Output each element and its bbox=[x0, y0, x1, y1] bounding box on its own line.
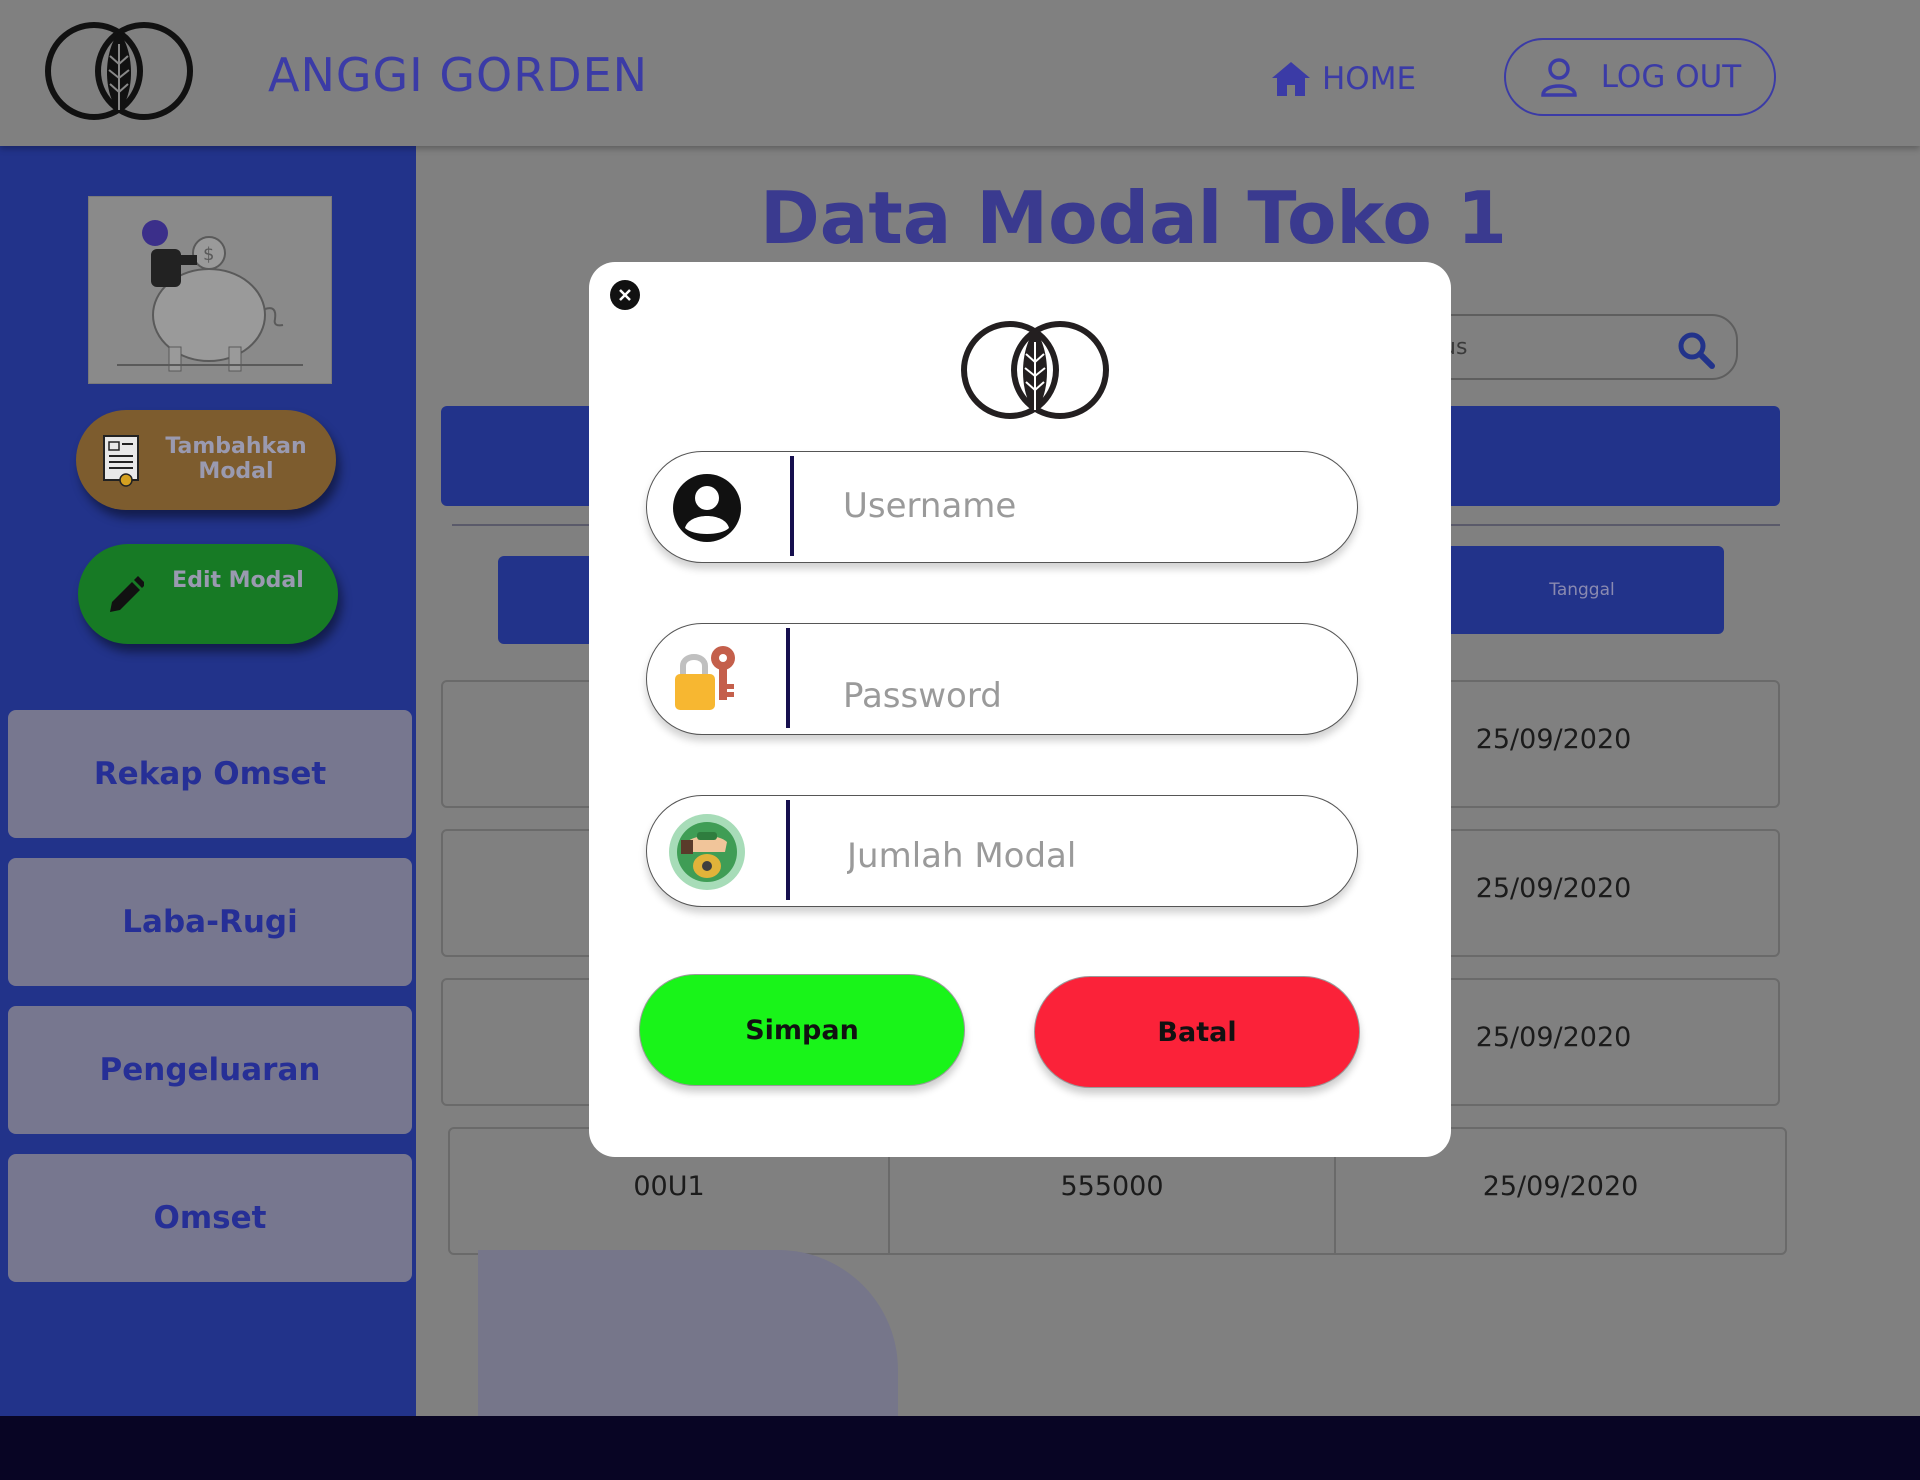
edit-modal-label: Edit Modal bbox=[172, 568, 304, 593]
nav-rekap-omset[interactable]: Rekap Omset bbox=[8, 710, 412, 838]
brand-logo-icon bbox=[961, 321, 1109, 419]
field-separator bbox=[786, 628, 790, 728]
jumlah-modal-input[interactable] bbox=[847, 824, 1317, 888]
background-shape bbox=[478, 1250, 898, 1420]
svg-text:$: $ bbox=[203, 244, 214, 265]
batal-button[interactable]: Batal bbox=[1034, 976, 1360, 1088]
pencil-icon bbox=[110, 576, 144, 612]
password-field[interactable] bbox=[646, 623, 1358, 735]
logout-button[interactable]: LOG OUT bbox=[1504, 38, 1776, 116]
add-modal-dialog: Simpan Batal bbox=[589, 262, 1451, 1157]
search-icon[interactable] bbox=[1676, 330, 1716, 370]
home-icon bbox=[1272, 62, 1310, 96]
field-separator bbox=[790, 456, 794, 556]
username-input[interactable] bbox=[843, 474, 1313, 538]
column-header-tanggal: Tanggal bbox=[1440, 546, 1724, 634]
field-separator bbox=[786, 800, 790, 900]
lock-key-icon bbox=[675, 646, 735, 710]
username-field[interactable] bbox=[646, 451, 1358, 563]
nav-omset[interactable]: Omset bbox=[8, 1154, 412, 1282]
home-label: HOME bbox=[1322, 61, 1417, 97]
page-title: Data Modal Toko 1 bbox=[760, 176, 1507, 260]
logout-label: LOG OUT bbox=[1600, 59, 1742, 95]
brand-logo-icon bbox=[45, 22, 193, 120]
password-input[interactable] bbox=[843, 664, 1313, 728]
app-header: ANGGI GORDEN HOME LOG OUT bbox=[0, 0, 1920, 146]
footer bbox=[0, 1416, 1920, 1480]
tambahkan-modal-label: Tambahkan Modal bbox=[165, 434, 307, 484]
nav-label: Omset bbox=[153, 1200, 267, 1236]
jumlah-modal-field[interactable] bbox=[646, 795, 1358, 907]
document-icon bbox=[103, 435, 139, 487]
sidebar: $ Tambahkan Modal Edit Modal Rekap Omset… bbox=[0, 146, 416, 1416]
close-button[interactable] bbox=[610, 280, 640, 310]
edit-modal-button[interactable]: Edit Modal bbox=[78, 544, 338, 644]
home-link[interactable]: HOME bbox=[1270, 60, 1416, 98]
nav-label: Pengeluaran bbox=[99, 1052, 321, 1088]
simpan-button[interactable]: Simpan bbox=[639, 974, 965, 1086]
nav-pengeluaran[interactable]: Pengeluaran bbox=[8, 1006, 412, 1134]
user-avatar-icon bbox=[673, 474, 741, 542]
brand-name: ANGGI GORDEN bbox=[268, 48, 649, 102]
close-icon bbox=[619, 289, 631, 301]
nav-laba-rugi[interactable]: Laba-Rugi bbox=[8, 858, 412, 986]
money-bag-icon bbox=[669, 814, 745, 890]
nav-label: Laba-Rugi bbox=[122, 904, 298, 940]
nav-label: Rekap Omset bbox=[93, 756, 327, 792]
tambahkan-modal-button[interactable]: Tambahkan Modal bbox=[76, 410, 336, 510]
piggy-bank-illustration: $ bbox=[88, 196, 332, 384]
user-icon bbox=[1541, 58, 1577, 97]
